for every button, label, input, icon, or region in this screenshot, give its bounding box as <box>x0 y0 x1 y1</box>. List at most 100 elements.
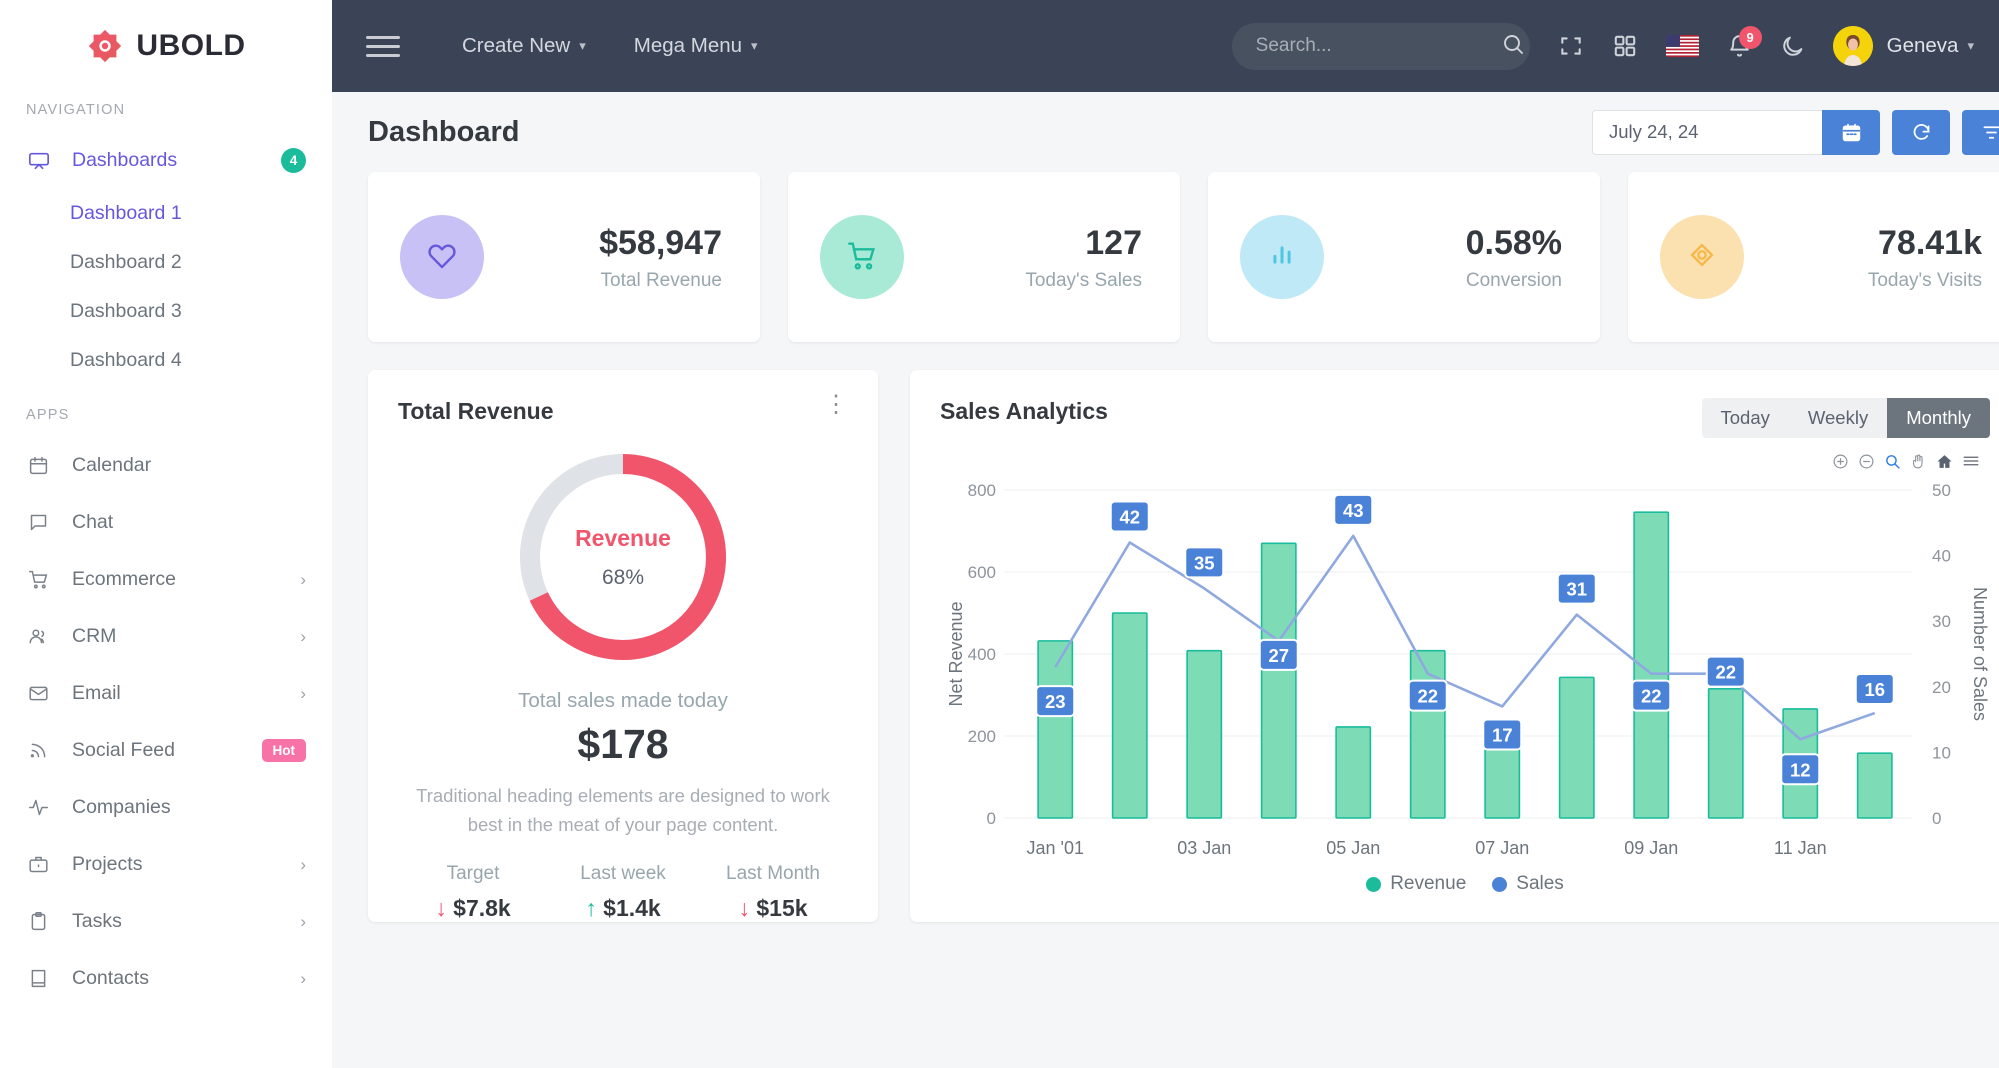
stat-card-todays-sales[interactable]: 127 Today's Sales <box>788 172 1180 342</box>
sidebar-item-social-feed[interactable]: Social Feed Hot <box>0 722 332 779</box>
sidebar-item-dashboards[interactable]: Dashboards 4 <box>0 132 332 189</box>
main-content: Create New ▾ Mega Menu ▾ Search... 9 Gen… <box>332 0 1999 1068</box>
stat-text: $58,947 Total Revenue <box>599 222 722 292</box>
dashboards-badge: 4 <box>281 148 306 173</box>
calendar-icon <box>28 455 58 476</box>
stat-card-todays-visits[interactable]: 78.41k Today's Visits <box>1628 172 1999 342</box>
svg-text:Number of Sales: Number of Sales <box>1970 587 1990 721</box>
svg-text:12: 12 <box>1790 759 1811 780</box>
chevron-right-icon: › <box>300 626 306 646</box>
stat-label: Conversion <box>1465 269 1562 291</box>
sidebar-item-label: Chat <box>72 511 114 533</box>
stat-value: 127 <box>1085 224 1142 263</box>
revenue-stat-value: $7.8k <box>453 895 511 922</box>
sidebar-item-chat[interactable]: Chat <box>0 494 332 551</box>
svg-text:05 Jan: 05 Jan <box>1326 838 1380 858</box>
sidebar-item-ecommerce[interactable]: Ecommerce › <box>0 551 332 608</box>
create-new-menu[interactable]: Create New ▾ <box>462 34 586 58</box>
stat-value: $58,947 <box>599 224 722 263</box>
stat-label: Today's Sales <box>1025 269 1142 291</box>
tab-monthly[interactable]: Monthly <box>1887 398 1990 438</box>
sidebar-item-tasks[interactable]: Tasks › <box>0 893 332 950</box>
revenue-stat-value-wrap: ↑ $1.4k <box>548 895 698 922</box>
sidebar-item-dashboard-1[interactable]: Dashboard 1 <box>0 189 332 238</box>
legend-item-sales[interactable]: Sales <box>1492 873 1564 895</box>
dark-mode-toggle-icon[interactable] <box>1780 34 1805 59</box>
stat-card-total-revenue[interactable]: $58,947 Total Revenue <box>368 172 760 342</box>
chevron-right-icon: › <box>300 569 306 589</box>
app-root: UBOLD NAVIGATION Dashboards 4 Dashboard … <box>0 0 1999 1068</box>
arrow-up-icon: ↑ <box>585 895 597 922</box>
svg-text:09 Jan: 09 Jan <box>1624 838 1678 858</box>
svg-text:Jan '01: Jan '01 <box>1027 838 1084 858</box>
sidebar-item-dashboard-2[interactable]: Dashboard 2 <box>0 238 332 287</box>
sidebar-item-contacts[interactable]: Contacts › <box>0 950 332 1007</box>
date-input[interactable] <box>1592 109 1822 155</box>
us-flag-icon <box>1665 35 1699 57</box>
stat-card-conversion[interactable]: 0.58% Conversion <box>1208 172 1600 342</box>
card-options-icon[interactable]: ⋮ <box>824 392 848 417</box>
svg-text:03 Jan: 03 Jan <box>1177 838 1231 858</box>
mega-menu-label: Mega Menu <box>633 34 743 57</box>
sidebar-item-calendar[interactable]: Calendar <box>0 437 332 494</box>
apps-grid-icon[interactable] <box>1612 33 1638 59</box>
tab-weekly[interactable]: Weekly <box>1788 398 1888 438</box>
legend-item-revenue[interactable]: Revenue <box>1366 873 1466 895</box>
chevron-down-icon: ▾ <box>579 38 586 53</box>
search-input[interactable] <box>1255 35 1501 57</box>
svg-text:07 Jan: 07 Jan <box>1475 838 1529 858</box>
refresh-button[interactable] <box>1892 109 1950 155</box>
sidebar-item-companies[interactable]: Companies <box>0 779 332 836</box>
revenue-donut-chart: Revenue 68% <box>398 451 848 663</box>
fullscreen-icon[interactable] <box>1558 33 1584 59</box>
filter-button[interactable] <box>1962 109 1999 155</box>
page-toolbar <box>1592 109 1999 155</box>
page-title: Dashboard <box>368 115 520 148</box>
sidebar-item-crm[interactable]: CRM › <box>0 608 332 665</box>
page-body: Dashboard July 24, 24 $58,947 Total Reve… <box>332 92 1999 1068</box>
revenue-stat-label: Target <box>446 863 500 885</box>
search-box[interactable] <box>1231 22 1530 70</box>
rss-icon <box>28 740 58 761</box>
user-profile-menu[interactable]: Geneva ▾ <box>1832 26 1974 66</box>
calendar-button[interactable] <box>1822 109 1880 155</box>
tab-today[interactable]: Today <box>1701 398 1789 438</box>
sidebar: UBOLD NAVIGATION Dashboards 4 Dashboard … <box>0 0 332 1068</box>
page-header: Dashboard <box>364 92 1999 172</box>
svg-text:Net Revenue: Net Revenue <box>946 601 966 706</box>
svg-text:27: 27 <box>1268 645 1289 666</box>
chevron-right-icon: › <box>300 683 306 703</box>
activity-icon <box>28 797 58 818</box>
chat-icon <box>28 512 58 533</box>
monitor-icon <box>28 150 58 172</box>
donut-percent: 68% <box>601 565 645 589</box>
stat-value: 0.58% <box>1465 224 1562 263</box>
sidebar-item-email[interactable]: Email › <box>0 665 332 722</box>
notifications-bell-icon[interactable]: 9 <box>1727 25 1762 59</box>
revenue-card-title: Total Revenue <box>398 398 554 424</box>
sidebar-item-dashboard-4[interactable]: Dashboard 4 <box>0 336 332 385</box>
svg-text:800: 800 <box>968 481 996 500</box>
donut-label: Revenue <box>575 524 671 551</box>
notification-count-badge: 9 <box>1738 25 1762 49</box>
create-new-label: Create New <box>462 34 571 57</box>
eye-icon <box>1685 238 1719 277</box>
menu-toggle-icon[interactable] <box>366 35 400 57</box>
chevron-down-icon: ▾ <box>1967 38 1974 53</box>
mega-menu[interactable]: Mega Menu ▾ <box>634 34 758 58</box>
sidebar-item-label: Social Feed <box>72 739 175 761</box>
svg-text:17: 17 <box>1492 724 1513 745</box>
brand-logo-area[interactable]: UBOLD <box>0 0 332 92</box>
chart-svg: 0 200 400 600 800 0 10 20 30 40 50 23 42 35 27 43 22 17 31… <box>946 481 1990 858</box>
date-range-picker[interactable] <box>1592 109 1880 155</box>
legend-dot-sales <box>1492 876 1508 892</box>
search-icon[interactable] <box>1501 32 1525 61</box>
briefcase-icon <box>28 854 58 875</box>
sidebar-item-dashboard-3[interactable]: Dashboard 3 <box>0 287 332 336</box>
language-flag-icon[interactable] <box>1665 35 1699 57</box>
revenue-stat-label: Last week <box>580 863 666 885</box>
svg-text:16: 16 <box>1864 679 1885 700</box>
sidebar-item-projects[interactable]: Projects › <box>0 836 332 893</box>
stat-text: 78.41k Today's Visits <box>1868 222 1982 292</box>
sidebar-item-label: Projects <box>72 853 143 875</box>
